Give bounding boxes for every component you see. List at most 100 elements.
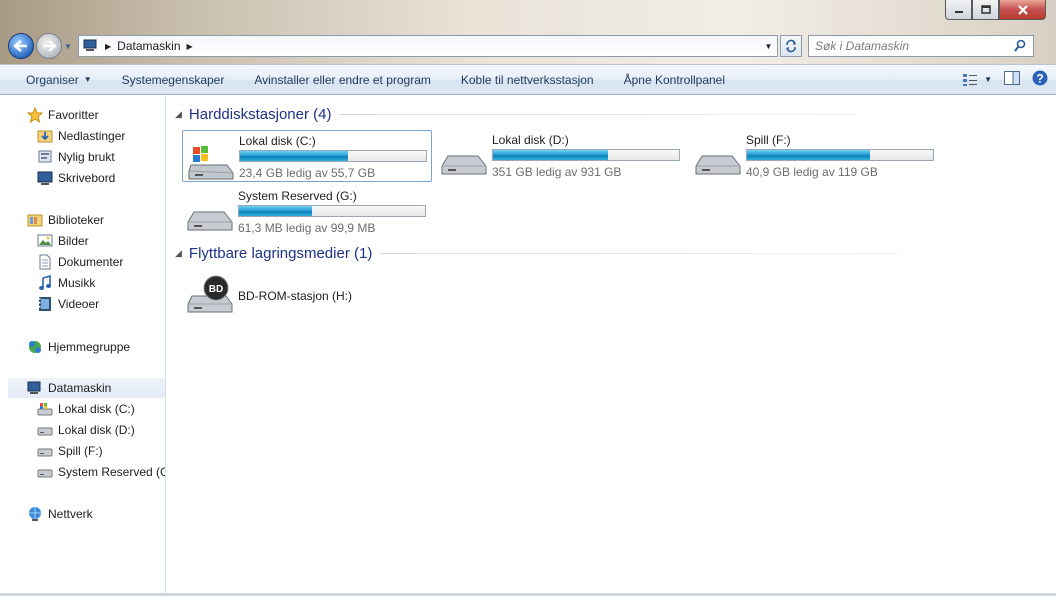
preview-pane-icon xyxy=(1004,71,1020,85)
navigation-row: ▼ ▶ Datamaskin ▶ ▼ xyxy=(8,32,1048,60)
minimize-button[interactable] xyxy=(945,0,972,20)
nav-label: Dokumenter xyxy=(58,255,124,269)
breadcrumb-separator[interactable]: ▶ xyxy=(187,42,193,51)
search-box[interactable] xyxy=(808,35,1034,57)
hard-drive-icon xyxy=(37,422,53,438)
libraries-icon xyxy=(27,212,43,228)
nav-label: System Reserved (G:) xyxy=(58,465,166,479)
nav-item-network[interactable]: Nettverk xyxy=(27,504,93,524)
windows-drive-icon xyxy=(37,401,53,417)
nav-label: Datamaskin xyxy=(48,381,112,395)
nav-item-desktop[interactable]: Skrivebord xyxy=(37,168,115,188)
group-divider xyxy=(380,253,901,254)
toolbar-right: ▼ ? xyxy=(962,65,1048,94)
title-bar: ▼ ▶ Datamaskin ▶ ▼ xyxy=(0,0,1056,64)
nav-label: Lokal disk (C:) xyxy=(58,402,135,416)
nav-item-downloads[interactable]: Nedlastinger xyxy=(37,126,125,146)
hard-drive-icon xyxy=(441,155,487,175)
system-properties-button[interactable]: Systemegenskaper xyxy=(107,65,240,94)
network-icon xyxy=(27,506,43,522)
map-network-drive-button[interactable]: Koble til nettverksstasjon xyxy=(446,65,609,94)
capacity-fill xyxy=(240,151,348,161)
close-button[interactable] xyxy=(999,0,1046,20)
hard-drive-icon xyxy=(37,443,53,459)
hard-drive-icon xyxy=(695,155,741,175)
nav-item-drive-g[interactable]: System Reserved (G:) xyxy=(37,462,166,482)
homegroup-icon xyxy=(27,339,43,355)
group-title: Flyttbare lagringsmedier (1) xyxy=(188,245,373,262)
breadcrumb-computer[interactable]: Datamaskin xyxy=(117,39,180,53)
breadcrumb-separator[interactable]: ▶ xyxy=(105,42,111,51)
drive-item-g[interactable]: System Reserved (G:) 61,3 MB ledig av 99… xyxy=(182,186,432,238)
uninstall-program-button[interactable]: Avinstaller eller endre et program xyxy=(239,65,446,94)
capacity-bar xyxy=(238,205,426,217)
preview-pane-button[interactable] xyxy=(1004,71,1020,88)
forward-arrow-icon xyxy=(43,40,57,52)
group-title: Harddiskstasjoner (4) xyxy=(188,106,332,123)
nav-item-drive-c[interactable]: Lokal disk (C:) xyxy=(37,399,135,419)
group-header-hard-drives[interactable]: ◢ Harddiskstasjoner (4) xyxy=(175,106,860,123)
drive-name: System Reserved (G:) xyxy=(238,189,357,203)
windows-drive-icon xyxy=(188,146,234,180)
computer-icon xyxy=(83,39,97,51)
address-bar[interactable]: ▶ Datamaskin ▶ ▼ xyxy=(78,35,778,57)
hard-drive-icon xyxy=(187,211,233,231)
nav-label: Hjemmegruppe xyxy=(48,340,131,354)
nav-item-music[interactable]: Musikk xyxy=(37,273,95,293)
free-space-text: 351 GB ledig av 931 GB xyxy=(492,165,622,179)
nav-label: Biblioteker xyxy=(48,213,105,227)
group-header-removable[interactable]: ◢ Flyttbare lagringsmedier (1) xyxy=(175,245,901,262)
caption-buttons xyxy=(945,0,1046,20)
nav-item-videos[interactable]: Videoer xyxy=(37,294,99,314)
nav-item-favorites[interactable]: Favoritter xyxy=(27,105,99,125)
capacity-fill xyxy=(239,206,312,216)
capacity-bar xyxy=(492,149,680,161)
view-options-icon xyxy=(963,73,978,86)
documents-icon xyxy=(37,254,53,270)
recent-pages-dropdown[interactable]: ▼ xyxy=(64,42,74,51)
change-view-button[interactable]: ▼ xyxy=(962,73,992,87)
nav-item-pictures[interactable]: Bilder xyxy=(37,231,89,251)
nav-label: Nettverk xyxy=(48,507,93,521)
navigation-pane: Favoritter Nedlastinger Nylig brukt Skri… xyxy=(8,96,166,596)
drive-item-c[interactable]: Lokal disk (C:) 23,4 GB ledig av 55,7 GB xyxy=(182,130,432,182)
search-input[interactable] xyxy=(815,39,1005,53)
nav-item-drive-d[interactable]: Lokal disk (D:) xyxy=(37,420,135,440)
collapse-arrow-icon[interactable]: ◢ xyxy=(175,109,182,120)
bd-rom-drive-icon: BD xyxy=(187,275,233,313)
drive-item-d[interactable]: Lokal disk (D:) 351 GB ledig av 931 GB xyxy=(436,130,686,182)
capacity-fill xyxy=(747,150,870,160)
nav-item-homegroup[interactable]: Hjemmegruppe xyxy=(27,337,130,357)
drive-item-f[interactable]: Spill (F:) 40,9 GB ledig av 119 GB xyxy=(690,130,940,182)
drive-item-h[interactable]: BD BD-ROM-stasjon (H:) xyxy=(182,268,432,320)
nav-label: Lokal disk (D:) xyxy=(58,423,135,437)
search-icon[interactable] xyxy=(1013,39,1027,53)
collapse-arrow-icon[interactable]: ◢ xyxy=(175,248,182,259)
drive-name: BD-ROM-stasjon (H:) xyxy=(238,289,353,303)
maximize-button[interactable] xyxy=(972,0,999,20)
nav-item-drive-f[interactable]: Spill (F:) xyxy=(37,441,103,461)
nav-label: Bilder xyxy=(58,234,89,248)
nav-item-documents[interactable]: Dokumenter xyxy=(37,252,123,272)
music-icon xyxy=(37,275,53,291)
organize-button[interactable]: Organiser ▼ xyxy=(0,65,107,94)
computer-icon xyxy=(27,380,43,396)
command-bar: Organiser ▼ Systemegenskaper Avinstaller … xyxy=(0,64,1056,95)
capacity-bar xyxy=(239,150,427,162)
minimize-icon xyxy=(954,10,963,13)
desktop-icon xyxy=(37,170,53,186)
address-dropdown[interactable]: ▼ xyxy=(759,42,777,51)
back-button[interactable] xyxy=(8,33,34,59)
star-icon xyxy=(27,107,43,123)
open-control-panel-button[interactable]: Åpne Kontrollpanel xyxy=(609,65,740,94)
recent-places-icon xyxy=(37,149,53,165)
forward-button[interactable] xyxy=(36,33,62,59)
content-pane: ◢ Harddiskstasjoner (4) Lokal disk (C:) … xyxy=(167,96,1056,596)
nav-item-libraries[interactable]: Biblioteker xyxy=(27,210,104,230)
nav-item-recent[interactable]: Nylig brukt xyxy=(37,147,115,167)
refresh-button[interactable] xyxy=(780,35,802,57)
capacity-bar xyxy=(746,149,934,161)
videos-icon xyxy=(37,296,53,312)
nav-item-computer[interactable]: Datamaskin xyxy=(8,378,165,398)
help-button[interactable]: ? xyxy=(1032,70,1048,89)
